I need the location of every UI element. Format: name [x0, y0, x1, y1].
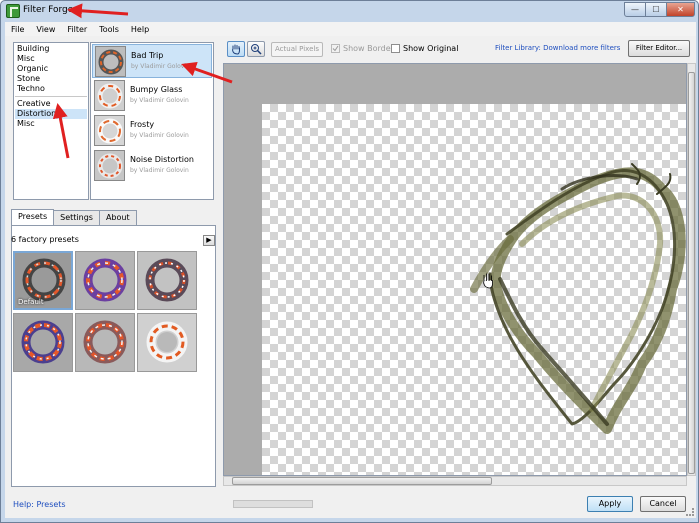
filter-item-noise-distortion[interactable]: Noise Distortion by Vladimir Golovin	[92, 149, 212, 183]
title-bar[interactable]: Filter Forge — ☐ ✕	[1, 1, 698, 22]
preview-toolbar: Actual Pixels Show Border Show Original …	[223, 36, 696, 60]
maximize-button[interactable]: ☐	[645, 2, 667, 17]
filter-thumbnail	[94, 115, 125, 146]
show-original-checkbox[interactable]	[391, 44, 400, 53]
preset-thumbnail[interactable]	[137, 251, 197, 310]
menu-view[interactable]: View	[30, 25, 61, 34]
filter-item-bad-trip[interactable]: Bad Trip by Vladimir Golovin	[92, 44, 212, 78]
presets-count: 6 factory presets	[11, 235, 79, 244]
minimize-button[interactable]: —	[624, 2, 646, 17]
vertical-scrollbar[interactable]	[687, 63, 696, 476]
category-item-distortions[interactable]: Distortions	[15, 109, 87, 119]
category-separator	[15, 96, 87, 97]
filter-editor-button[interactable]: Filter Editor...	[628, 40, 690, 57]
menu-tools[interactable]: Tools	[93, 25, 125, 34]
presets-menu-arrow-button[interactable]: ▶	[203, 235, 215, 246]
vertical-scroll-thumb[interactable]	[688, 72, 695, 474]
render-progress-bar	[233, 500, 313, 508]
filter-thumbnail	[94, 80, 125, 111]
preset-label: Default	[18, 298, 44, 306]
filter-author: by Vladimir Golovin	[130, 97, 189, 104]
category-item-misc-2[interactable]: Misc	[15, 119, 87, 129]
tab-settings[interactable]: Settings	[53, 210, 100, 225]
hand-tool-button[interactable]	[227, 41, 245, 57]
category-item-misc[interactable]: Misc	[15, 54, 87, 64]
hand-icon	[232, 44, 240, 55]
filter-author: by Vladimir Golovin	[131, 63, 190, 70]
filter-name: Bad Trip	[131, 51, 164, 60]
preset-grid: Default	[13, 251, 213, 487]
filter-item-bumpy-glass[interactable]: Bumpy Glass by Vladimir Golovin	[92, 79, 212, 113]
preset-thumbnail[interactable]	[75, 251, 135, 310]
preview-viewport[interactable]	[223, 63, 687, 476]
preview-pane: Actual Pixels Show Border Show Original …	[223, 36, 696, 518]
filter-name: Bumpy Glass	[130, 85, 183, 94]
actual-pixels-button[interactable]: Actual Pixels	[271, 42, 323, 57]
filtered-ring-image	[470, 163, 686, 434]
filter-name: Frosty	[130, 120, 155, 129]
preset-thumbnail[interactable]: Default	[13, 251, 73, 310]
help-presets-link[interactable]: Help: Presets	[13, 500, 66, 509]
category-list: Building Misc Organic Stone Techno Creat…	[13, 42, 89, 200]
filter-item-frosty[interactable]: Frosty by Vladimir Golovin	[92, 114, 212, 148]
preset-thumbnail[interactable]	[75, 313, 135, 372]
filter-name: Noise Distortion	[130, 155, 194, 164]
category-item-organic[interactable]: Organic	[15, 64, 87, 74]
show-original-label: Show Original	[403, 44, 459, 53]
zoom-icon	[251, 44, 262, 55]
filter-author: by Vladimir Golovin	[130, 167, 189, 174]
filter-thumbnail	[95, 46, 126, 77]
tab-presets[interactable]: Presets	[11, 209, 55, 225]
zoom-tool-button[interactable]	[247, 41, 265, 57]
close-button[interactable]: ✕	[666, 2, 695, 17]
menu-help[interactable]: Help	[125, 25, 155, 34]
cancel-button[interactable]: Cancel	[640, 496, 686, 512]
horizontal-scroll-thumb[interactable]	[232, 477, 492, 485]
resize-grip[interactable]	[686, 508, 694, 516]
filter-library-link[interactable]: Filter Library: Download more filters	[495, 44, 620, 52]
app-window: Filter Forge — ☐ ✕ File View Filter Tool…	[0, 0, 699, 523]
menu-bar: File View Filter Tools Help	[5, 22, 696, 36]
filter-forge-app-icon	[6, 4, 20, 18]
apply-button[interactable]: Apply	[587, 496, 633, 512]
checkmark-icon	[332, 45, 339, 52]
preview-canvas[interactable]	[262, 104, 686, 475]
preset-thumbnail[interactable]	[137, 313, 197, 372]
category-item-stone[interactable]: Stone	[15, 74, 87, 84]
panel-tabs: Presets Settings About	[11, 209, 137, 225]
window-title: Filter Forge	[23, 5, 74, 15]
category-item-building[interactable]: Building	[15, 44, 87, 54]
tab-about[interactable]: About	[98, 210, 137, 225]
filter-thumbnail	[94, 150, 125, 181]
left-pane: Building Misc Organic Stone Techno Creat…	[5, 36, 219, 518]
client-area: Building Misc Organic Stone Techno Creat…	[5, 36, 696, 518]
category-item-techno[interactable]: Techno	[15, 84, 87, 94]
show-border-checkbox[interactable]	[331, 44, 340, 53]
filter-author: by Vladimir Golovin	[130, 132, 189, 139]
show-border-label: Show Border	[343, 44, 394, 53]
menu-file[interactable]: File	[5, 25, 30, 34]
menu-filter[interactable]: Filter	[61, 25, 93, 34]
filter-list: Bad Trip by Vladimir Golovin Bumpy Glass…	[90, 42, 214, 200]
preset-thumbnail[interactable]	[13, 313, 73, 372]
horizontal-scrollbar[interactable]	[223, 476, 687, 486]
category-item-creative[interactable]: Creative	[15, 99, 87, 109]
